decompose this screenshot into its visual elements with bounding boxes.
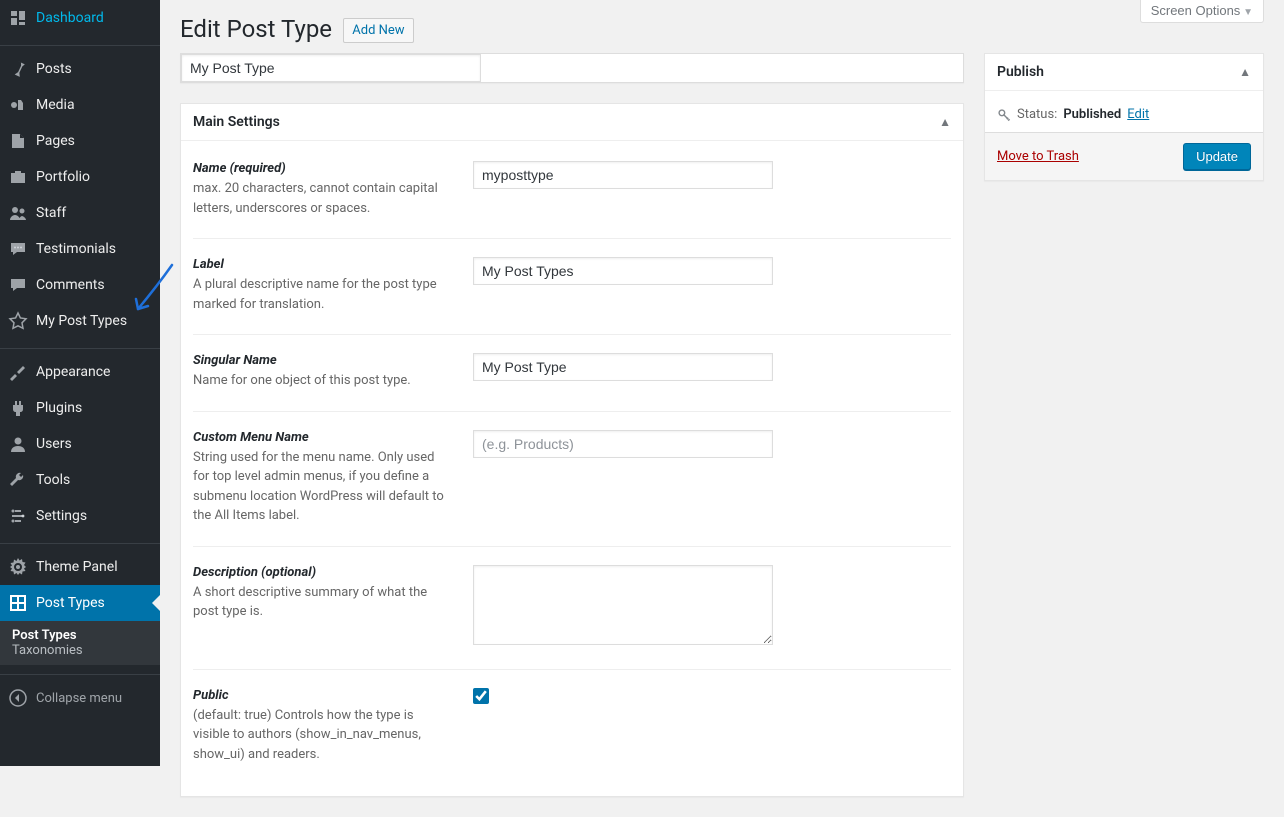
sidebar-item-label: Plugins xyxy=(36,399,82,417)
label-input[interactable] xyxy=(473,257,773,285)
sidebar-item-tools[interactable]: Tools xyxy=(0,462,160,498)
sidebar-item-posts[interactable]: Posts xyxy=(0,51,160,87)
singular-name-desc: Name for one object of this post type. xyxy=(193,373,411,388)
screen-options-button[interactable]: Screen Options xyxy=(1140,0,1264,23)
settings-icon xyxy=(8,506,28,526)
sidebar-item-label: Users xyxy=(36,435,72,453)
collapse-menu[interactable]: Collapse menu xyxy=(0,680,160,716)
name-desc: max. 20 characters, cannot contain capit… xyxy=(193,181,438,216)
main-settings-box: Main Settings ▲ Name (required) max. 20 … xyxy=(180,103,964,797)
users-icon xyxy=(8,434,28,454)
sidebar-item-users[interactable]: Users xyxy=(0,426,160,462)
sidebar-item-comments[interactable]: Comments xyxy=(0,267,160,303)
sidebar-item-testimonials[interactable]: Testimonials xyxy=(0,231,160,267)
custom-menu-name-desc: String used for the menu name. Only used… xyxy=(193,450,444,524)
status-label: Status: xyxy=(1017,107,1057,122)
sidebar-item-label: Theme Panel xyxy=(36,558,118,576)
sidebar-item-label: Tools xyxy=(36,471,70,489)
page-title: Edit Post Type xyxy=(180,0,332,53)
tools-icon xyxy=(8,470,28,490)
appearance-icon xyxy=(8,362,28,382)
toggle-box-icon[interactable]: ▲ xyxy=(939,115,951,129)
description-desc: A short descriptive summary of what the … xyxy=(193,585,427,620)
admin-sidebar: Dashboard Posts Media Pages Portfolio St… xyxy=(0,0,160,766)
media-icon xyxy=(8,95,28,115)
sidebar-item-label: Portfolio xyxy=(36,168,90,186)
staff-icon xyxy=(8,203,28,223)
move-to-trash-link[interactable]: Move to Trash xyxy=(997,149,1079,164)
publish-heading: Publish xyxy=(997,64,1044,80)
sidebar-item-label: Pages xyxy=(36,132,75,150)
plugins-icon xyxy=(8,398,28,418)
sidebar-item-label: Media xyxy=(36,96,75,114)
publish-box: Publish ▲ Status: Published Edit Move to… xyxy=(984,53,1264,181)
public-checkbox[interactable] xyxy=(473,688,489,704)
singular-name-label: Singular Name xyxy=(193,353,453,368)
status-value: Published xyxy=(1063,107,1121,122)
description-input[interactable] xyxy=(473,565,773,645)
collapse-label: Collapse menu xyxy=(36,691,122,706)
name-input[interactable] xyxy=(473,161,773,189)
toggle-box-icon[interactable]: ▲ xyxy=(1239,65,1251,79)
sidebar-item-post-types[interactable]: Post Types xyxy=(0,585,160,621)
add-new-button[interactable]: Add New xyxy=(343,18,413,43)
collapse-icon xyxy=(8,688,28,708)
public-label: Public xyxy=(193,688,453,703)
sidebar-item-media[interactable]: Media xyxy=(0,87,160,123)
grid-icon xyxy=(8,593,28,613)
key-icon xyxy=(997,108,1011,122)
sidebar-item-plugins[interactable]: Plugins xyxy=(0,390,160,426)
sidebar-item-label: Posts xyxy=(36,60,72,78)
sidebar-item-label: Testimonials xyxy=(36,240,116,258)
sidebar-item-staff[interactable]: Staff xyxy=(0,195,160,231)
sidebar-item-label: Comments xyxy=(36,276,105,294)
update-button[interactable]: Update xyxy=(1183,143,1251,170)
public-desc: (default: true) Controls how the type is… xyxy=(193,708,421,762)
sidebar-item-theme-panel[interactable]: Theme Panel xyxy=(0,549,160,585)
sidebar-item-dashboard[interactable]: Dashboard xyxy=(0,0,160,36)
sidebar-item-label: My Post Types xyxy=(36,312,127,330)
sidebar-item-appearance[interactable]: Appearance xyxy=(0,354,160,390)
sidebar-item-label: Settings xyxy=(36,507,87,525)
sidebar-item-my-post-types[interactable]: My Post Types xyxy=(0,303,160,339)
custom-menu-name-input[interactable] xyxy=(473,430,773,458)
page-icon xyxy=(8,131,28,151)
sidebar-item-settings[interactable]: Settings xyxy=(0,498,160,534)
sidebar-item-portfolio[interactable]: Portfolio xyxy=(0,159,160,195)
title-field-wrap xyxy=(180,53,964,83)
pin-icon xyxy=(8,59,28,79)
gear-icon xyxy=(8,557,28,577)
description-label: Description (optional) xyxy=(193,565,453,580)
singular-name-input[interactable] xyxy=(473,353,773,381)
sidebar-item-label: Post Types xyxy=(36,594,105,612)
main-settings-heading: Main Settings xyxy=(193,114,280,130)
label-desc: A plural descriptive name for the post t… xyxy=(193,277,437,312)
custom-menu-name-label: Custom Menu Name xyxy=(193,430,453,445)
sidebar-item-label: Dashboard xyxy=(36,9,104,27)
dashboard-icon xyxy=(8,8,28,28)
comments-icon xyxy=(8,275,28,295)
submenu-taxonomies[interactable]: Taxonomies xyxy=(0,643,160,658)
sidebar-submenu: Post Types Taxonomies xyxy=(0,621,160,665)
label-label: Label xyxy=(193,257,453,272)
sidebar-item-label: Staff xyxy=(36,204,66,222)
name-label: Name (required) xyxy=(193,161,453,176)
sidebar-item-pages[interactable]: Pages xyxy=(0,123,160,159)
edit-status-link[interactable]: Edit xyxy=(1127,107,1149,122)
portfolio-icon xyxy=(8,167,28,187)
star-icon xyxy=(8,311,28,331)
post-type-title-input[interactable] xyxy=(181,54,481,82)
testimonials-icon xyxy=(8,239,28,259)
sidebar-item-label: Appearance xyxy=(36,363,110,381)
